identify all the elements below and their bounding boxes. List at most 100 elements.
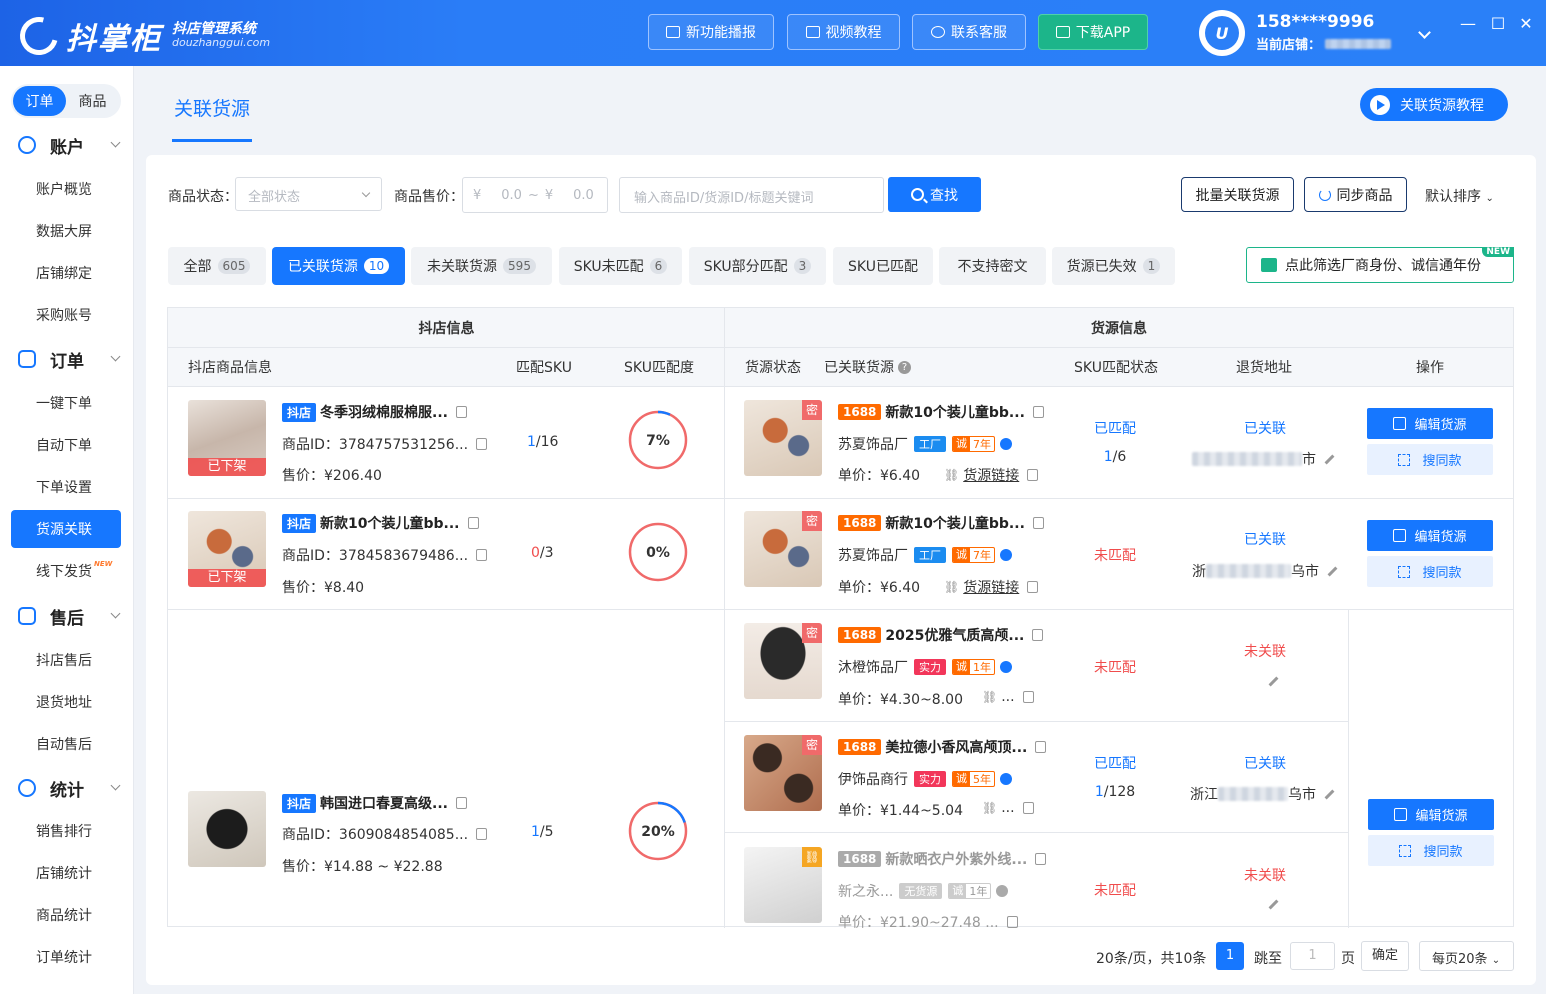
- source-link[interactable]: ⛓ 货源链接: [944, 577, 1039, 597]
- product-image[interactable]: 已下架: [188, 511, 266, 587]
- tab-sku-matched[interactable]: SKU已匹配: [833, 247, 933, 285]
- copy-icon[interactable]: [467, 517, 479, 529]
- sidebar-item-product-stats[interactable]: 商品统计: [11, 896, 121, 934]
- edit-icon[interactable]: [1327, 566, 1338, 576]
- sync-products-button[interactable]: 同步商品: [1304, 177, 1407, 212]
- sidebar-item-account-overview[interactable]: 账户概览: [11, 170, 121, 208]
- source-link[interactable]: ⛓...: [982, 689, 1034, 705]
- copy-icon[interactable]: [1022, 802, 1034, 814]
- price-max[interactable]: 0.0: [573, 188, 594, 203]
- tutorial-button[interactable]: 关联货源教程: [1360, 88, 1508, 121]
- sidebar-group-orders[interactable]: 订单: [0, 344, 134, 374]
- jump-confirm-button[interactable]: 确定: [1361, 941, 1409, 971]
- edit-source-button[interactable]: 编辑货源: [1368, 799, 1494, 830]
- avatar[interactable]: U: [1199, 10, 1245, 56]
- copy-icon[interactable]: [1022, 691, 1034, 703]
- tab-linked[interactable]: 已关联货源 10: [272, 247, 405, 285]
- source-image[interactable]: ⛓: [744, 847, 822, 923]
- product-title[interactable]: 抖店 冬季羽绒棉服棉服...: [282, 402, 467, 422]
- sidebar-item-order-settings[interactable]: 下单设置: [11, 468, 121, 506]
- source-title[interactable]: 1688 新款晒衣户外紫外线...: [838, 849, 1047, 869]
- sidebar-item-sales-rank[interactable]: 销售排行: [11, 812, 121, 850]
- sidebar-item-one-click-order[interactable]: 一键下单: [11, 384, 121, 422]
- maximize-icon[interactable]: ☐: [1488, 14, 1508, 33]
- search-same-button[interactable]: 搜同款: [1367, 444, 1493, 475]
- copy-icon[interactable]: [476, 828, 488, 840]
- sidebar-group-stats[interactable]: 统计: [0, 773, 134, 803]
- chat-icon[interactable]: [1000, 773, 1012, 785]
- help-icon[interactable]: ?: [898, 360, 911, 374]
- chat-icon[interactable]: [1000, 661, 1012, 673]
- mode-orders[interactable]: 订单: [13, 86, 66, 116]
- sidebar-item-order-stats[interactable]: 订单统计: [11, 938, 121, 976]
- contact-support-button[interactable]: 联系客服: [912, 14, 1026, 50]
- product-image[interactable]: [188, 791, 266, 867]
- tab-sku-unmatched[interactable]: SKU未匹配 6: [559, 247, 682, 285]
- edit-icon[interactable]: [1324, 454, 1335, 464]
- sidebar-item-auto-order[interactable]: 自动下单: [11, 426, 121, 464]
- sort-select[interactable]: 默认排序 ⌄: [1425, 186, 1494, 206]
- sidebar-item-auto-aftersale[interactable]: 自动售后: [11, 725, 121, 763]
- page-1-button[interactable]: 1: [1216, 942, 1244, 970]
- source-title[interactable]: 1688 新款10个装儿童bb...: [838, 513, 1044, 533]
- copy-icon[interactable]: [1006, 916, 1018, 928]
- search-same-button[interactable]: 搜同款: [1367, 556, 1493, 587]
- copy-icon[interactable]: [1027, 469, 1039, 481]
- sidebar-item-shop-aftersale[interactable]: 抖店售后: [11, 641, 121, 679]
- copy-icon[interactable]: [476, 438, 488, 450]
- source-image[interactable]: 密: [744, 735, 822, 811]
- copy-icon[interactable]: [1032, 406, 1044, 418]
- source-title[interactable]: 1688 美拉德小香风高颅顶...: [838, 737, 1047, 757]
- account-dropdown-icon[interactable]: [1418, 26, 1431, 39]
- edit-source-button[interactable]: 编辑货源: [1367, 520, 1493, 551]
- source-link[interactable]: ⛓ 货源链接: [944, 465, 1039, 485]
- source-image[interactable]: 密: [744, 400, 822, 476]
- chat-icon[interactable]: [1000, 549, 1012, 561]
- tab-sku-partial[interactable]: SKU部分匹配 3: [689, 247, 826, 285]
- copy-icon[interactable]: [1035, 853, 1047, 865]
- sidebar-item-return-address[interactable]: 退货地址: [11, 683, 121, 721]
- search-same-button[interactable]: 搜同款: [1368, 835, 1494, 866]
- chat-icon[interactable]: [1000, 438, 1012, 450]
- page-title[interactable]: 关联货源: [174, 94, 250, 121]
- batch-link-button[interactable]: 批量关联货源: [1181, 177, 1294, 212]
- tab-no-cipher[interactable]: 不支持密文: [939, 247, 1046, 285]
- copy-icon[interactable]: [455, 406, 467, 418]
- chat-icon[interactable]: [996, 885, 1009, 897]
- search-button[interactable]: 查找: [888, 177, 981, 212]
- tab-unlinked[interactable]: 未关联货源 595: [411, 247, 552, 285]
- video-tutorial-button[interactable]: 视频教程: [787, 14, 900, 50]
- source-image[interactable]: 密: [744, 623, 822, 699]
- copy-icon[interactable]: [1032, 629, 1044, 641]
- tab-all[interactable]: 全部 605: [168, 247, 266, 285]
- source-title[interactable]: 1688 2025优雅气质高颅...: [838, 625, 1044, 645]
- copy-icon[interactable]: [476, 549, 488, 561]
- copy-icon[interactable]: [1032, 517, 1044, 529]
- sidebar-item-purchase-account[interactable]: 采购账号: [11, 296, 121, 334]
- product-title[interactable]: 抖店 新款10个装儿童bb...: [282, 513, 479, 533]
- jump-page-input[interactable]: 1: [1290, 942, 1335, 970]
- sidebar-group-account[interactable]: 账户: [0, 130, 134, 160]
- sidebar-item-offline-ship[interactable]: 线下发货 NEW: [11, 552, 121, 590]
- product-image[interactable]: 已下架: [188, 400, 266, 476]
- mode-products[interactable]: 商品: [66, 86, 119, 116]
- sidebar-item-shop-binding[interactable]: 店铺绑定: [11, 254, 121, 292]
- keyword-search-input[interactable]: 输入商品ID/货源ID/标题关键词: [619, 177, 884, 213]
- source-link[interactable]: ⛓...: [982, 800, 1034, 816]
- sidebar-item-source-link[interactable]: 货源关联: [11, 510, 121, 548]
- tab-source-invalid[interactable]: 货源已失效 1: [1052, 247, 1175, 285]
- copy-icon[interactable]: [1027, 581, 1039, 593]
- status-select[interactable]: 全部状态: [235, 177, 382, 211]
- page-size-select[interactable]: 每页20条 ⌄: [1419, 941, 1514, 971]
- price-range-input[interactable]: ¥ 0.0 ~ ¥ 0.0: [462, 177, 608, 213]
- product-title[interactable]: 抖店 韩国进口春夏高级...: [282, 793, 467, 813]
- copy-icon[interactable]: [455, 797, 467, 809]
- edit-icon[interactable]: [1324, 789, 1335, 799]
- edit-source-button[interactable]: 编辑货源: [1367, 408, 1493, 439]
- source-image[interactable]: 密: [744, 511, 822, 587]
- close-icon[interactable]: ✕: [1516, 14, 1536, 33]
- supplier-filter-banner[interactable]: 点此筛选厂商身份、诚信通年份 NEW: [1246, 247, 1514, 283]
- download-app-button[interactable]: 下载APP: [1038, 14, 1148, 50]
- source-title[interactable]: 1688 新款10个装儿童bb...: [838, 402, 1044, 422]
- copy-icon[interactable]: [1035, 741, 1047, 753]
